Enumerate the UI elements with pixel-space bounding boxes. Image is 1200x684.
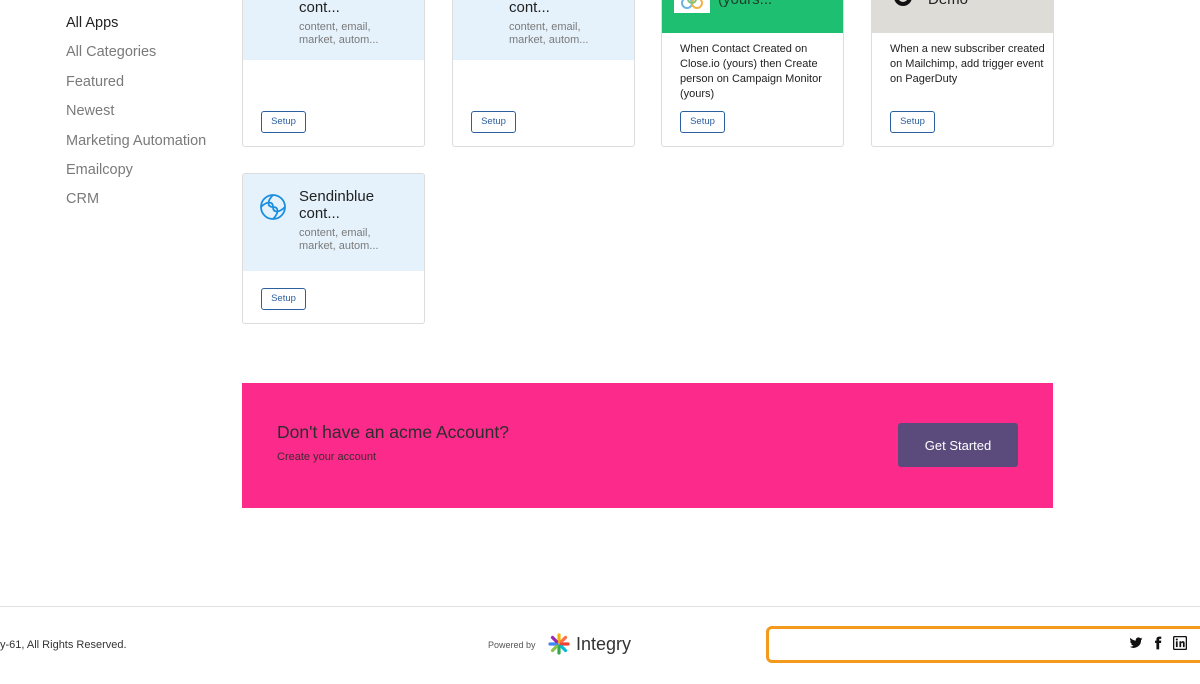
sidebar-item-crm[interactable]: CRM	[66, 190, 236, 219]
card-header: cont... content, email, market, autom...	[243, 0, 424, 60]
copyright-text: y-61, All Rights Reserved.	[0, 639, 127, 651]
card-title: cont...	[509, 0, 550, 16]
card-header: (yours...	[662, 0, 843, 33]
setup-button[interactable]: Setup	[261, 111, 306, 133]
integry-brand[interactable]: Integry	[576, 634, 631, 655]
card-header: Demo	[872, 0, 1053, 33]
sidebar-item-newest[interactable]: Newest	[66, 102, 236, 131]
app-card[interactable]: (yours... When Contact Created on Close.…	[661, 0, 844, 147]
category-sidebar: All Apps All Categories Featured Newest …	[66, 14, 236, 220]
card-title: (yours...	[718, 0, 831, 8]
app-card[interactable]: Demo When a new subscriber created on Ma…	[871, 0, 1054, 147]
app-logo-icon	[674, 0, 710, 18]
card-header: cont... content, email, market, autom...	[453, 0, 634, 60]
signup-banner: Don't have an acme Account? Create your …	[242, 383, 1053, 508]
app-card[interactable]: cont... content, email, market, autom...…	[452, 0, 635, 147]
facebook-icon[interactable]	[1151, 636, 1165, 650]
mailchimp-icon	[890, 0, 916, 16]
card-header: Sendinblue cont... content, email, marke…	[243, 174, 424, 271]
get-started-button[interactable]: Get Started	[898, 423, 1018, 467]
powered-by-label: Powered by	[488, 640, 536, 650]
sidebar-item-marketing-automation[interactable]: Marketing Automation	[66, 132, 236, 161]
card-tags: content, email, market, autom...	[299, 227, 379, 252]
sendinblue-icon	[469, 0, 495, 10]
sidebar-item-all-apps[interactable]: All Apps	[66, 14, 236, 43]
setup-button[interactable]: Setup	[890, 111, 935, 133]
linkedin-icon[interactable]	[1172, 635, 1188, 651]
app-card[interactable]: cont... content, email, market, autom...…	[242, 0, 425, 147]
card-title: Demo	[928, 0, 1041, 8]
sidebar-item-all-categories[interactable]: All Categories	[66, 43, 236, 72]
card-description: When Contact Created on Close.io (yours)…	[680, 43, 822, 100]
setup-button[interactable]: Setup	[680, 111, 725, 133]
sidebar-item-emailcopy[interactable]: Emailcopy	[66, 161, 236, 190]
banner-title: Don't have an acme Account?	[277, 422, 509, 442]
twitter-icon[interactable]	[1129, 636, 1143, 650]
footer-divider	[0, 606, 1200, 607]
social-icons	[1129, 635, 1188, 651]
sidebar-item-featured[interactable]: Featured	[66, 73, 236, 102]
card-title: cont...	[299, 0, 340, 16]
sendinblue-icon	[259, 193, 287, 226]
card-tags: content, email, market, autom...	[509, 21, 589, 46]
setup-button[interactable]: Setup	[471, 111, 516, 133]
card-description: When a new subscriber created on Mailchi…	[890, 43, 1045, 85]
integry-logo-icon	[548, 633, 570, 655]
card-title: Sendinblue cont...	[299, 188, 375, 222]
sendinblue-icon	[259, 0, 285, 10]
banner-subtitle: Create your account	[277, 451, 377, 463]
card-tags: content, email, market, autom...	[299, 21, 379, 46]
app-card[interactable]: Sendinblue cont... content, email, marke…	[242, 173, 425, 324]
setup-button[interactable]: Setup	[261, 288, 306, 310]
